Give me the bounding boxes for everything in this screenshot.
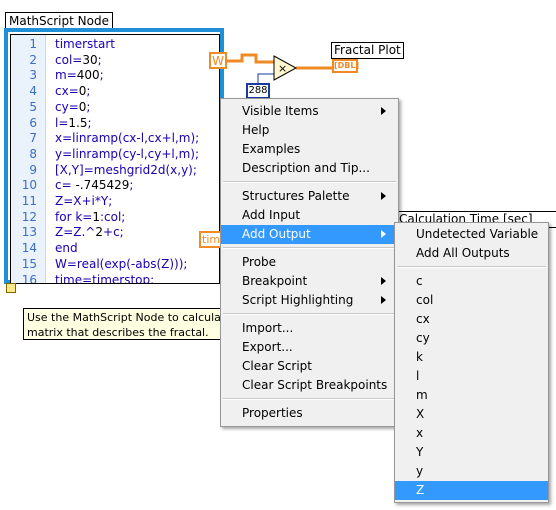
submenu-item-x[interactable]: x <box>395 424 548 443</box>
menu-item-label: col <box>416 293 434 307</box>
menu-item-label: Script Highlighting <box>242 293 354 307</box>
menu-item-label: Import... <box>242 321 294 335</box>
multiply-symbol: × <box>278 62 287 75</box>
submenu-item-cx[interactable]: cx <box>395 310 548 329</box>
submenu-item-cy[interactable]: cy <box>395 329 548 348</box>
tip-strip: Use the MathScript Node to calculate mat… <box>23 308 233 340</box>
menu-item-properties[interactable]: Properties <box>221 404 398 423</box>
menu-item-label: Description and Tip... <box>242 161 370 175</box>
menu-separator <box>223 398 396 400</box>
menu-item-examples[interactable]: Examples <box>221 140 398 159</box>
menu-item-import[interactable]: Import... <box>221 319 398 338</box>
menu-item-add-input[interactable]: Add Input <box>221 206 398 225</box>
menu-item-label: Z <box>416 483 425 497</box>
w-wire <box>227 53 274 64</box>
menu-separator <box>223 181 396 183</box>
submenu-item-y[interactable]: y <box>395 462 548 481</box>
menu-item-clear-script-breakpoints[interactable]: Clear Script Breakpoints <box>221 376 398 395</box>
menu-separator <box>223 313 396 315</box>
menu-item-label: Y <box>416 445 424 459</box>
submenu-arrow-icon <box>381 277 386 285</box>
fractal-plot-label: Fractal Plot <box>331 42 404 59</box>
submenu-item-x[interactable]: X <box>395 405 548 424</box>
menu-item-label: Clear Script <box>242 359 313 373</box>
menu-item-label: cy <box>416 331 430 345</box>
submenu-arrow-icon <box>381 230 386 238</box>
menu-item-export[interactable]: Export... <box>221 338 398 357</box>
submenu-item-add-all-outputs[interactable]: Add All Outputs <box>395 244 548 263</box>
menu-item-label: Help <box>242 123 270 137</box>
submenu-item-c[interactable]: c <box>395 272 548 291</box>
submenu-item-m[interactable]: m <box>395 386 548 405</box>
w-output-terminal[interactable]: W <box>209 52 227 69</box>
menu-separator <box>223 247 396 249</box>
menu-item-label: Undetected Variable <box>416 227 539 241</box>
menu-item-label: m <box>416 388 428 402</box>
menu-item-label: cx <box>416 312 430 326</box>
submenu-item-col[interactable]: col <box>395 291 548 310</box>
submenu-arrow-icon <box>381 192 386 200</box>
menu-item-label: Examples <box>242 142 301 156</box>
menu-item-breakpoint[interactable]: Breakpoint <box>221 272 398 291</box>
menu-item-label: Structures Palette <box>242 189 350 203</box>
menu-item-script-highlighting[interactable]: Script Highlighting <box>221 291 398 310</box>
menu-item-label: Properties <box>242 406 303 420</box>
submenu-arrow-icon <box>381 296 386 304</box>
submenu-item-undetected-variable[interactable]: Undetected Variable <box>395 225 548 244</box>
menu-item-add-output[interactable]: Add Output <box>221 225 398 244</box>
menu-item-label: l <box>416 369 420 383</box>
menu-item-label: Clear Script Breakpoints <box>242 378 388 392</box>
menu-item-label: x <box>416 426 424 440</box>
submenu-item-l[interactable]: l <box>395 367 548 386</box>
menu-item-label: k <box>416 350 423 364</box>
menu-item-label: Add Input <box>242 208 301 222</box>
menu-item-label: X <box>416 407 425 421</box>
menu-item-label: Add All Outputs <box>416 246 510 260</box>
menu-item-visible-items[interactable]: Visible Items <box>221 102 398 121</box>
menu-separator <box>397 266 546 268</box>
submenu-item-k[interactable]: k <box>395 348 548 367</box>
menu-item-label: Breakpoint <box>242 274 308 288</box>
submenu-item-z[interactable]: Z <box>395 481 548 500</box>
menu-item-label: Visible Items <box>242 104 319 118</box>
tip-line-2: matrix that describes the fractal. <box>27 326 209 339</box>
menu-item-help[interactable]: Help <box>221 121 398 140</box>
menu-item-label: Probe <box>242 255 277 269</box>
menu-item-label: c <box>416 274 423 288</box>
submenu-arrow-icon <box>381 107 386 115</box>
constant-wire <box>257 73 274 83</box>
menu-item-probe[interactable]: Probe <box>221 253 398 272</box>
menu-item-structures-palette[interactable]: Structures Palette <box>221 187 398 206</box>
tip-line-1: Use the MathScript Node to calculate <box>27 311 232 324</box>
menu-item-description-and-tip[interactable]: Description and Tip... <box>221 159 398 178</box>
context-menu: Visible Items Help Examples Description and… <box>220 98 399 427</box>
add-output-submenu: Undetected Variable Add All Outputs c col cx… <box>394 222 549 503</box>
menu-item-label: Add Output <box>242 227 311 241</box>
menu-item-clear-script[interactable]: Clear Script <box>221 357 398 376</box>
menu-item-label: y <box>416 464 424 478</box>
numeric-constant[interactable]: 288 <box>246 83 270 99</box>
submenu-item-y[interactable]: Y <box>395 443 548 462</box>
fractal-plot-indicator[interactable]: [DBL] <box>332 59 359 73</box>
menu-item-label: Export... <box>242 340 293 354</box>
